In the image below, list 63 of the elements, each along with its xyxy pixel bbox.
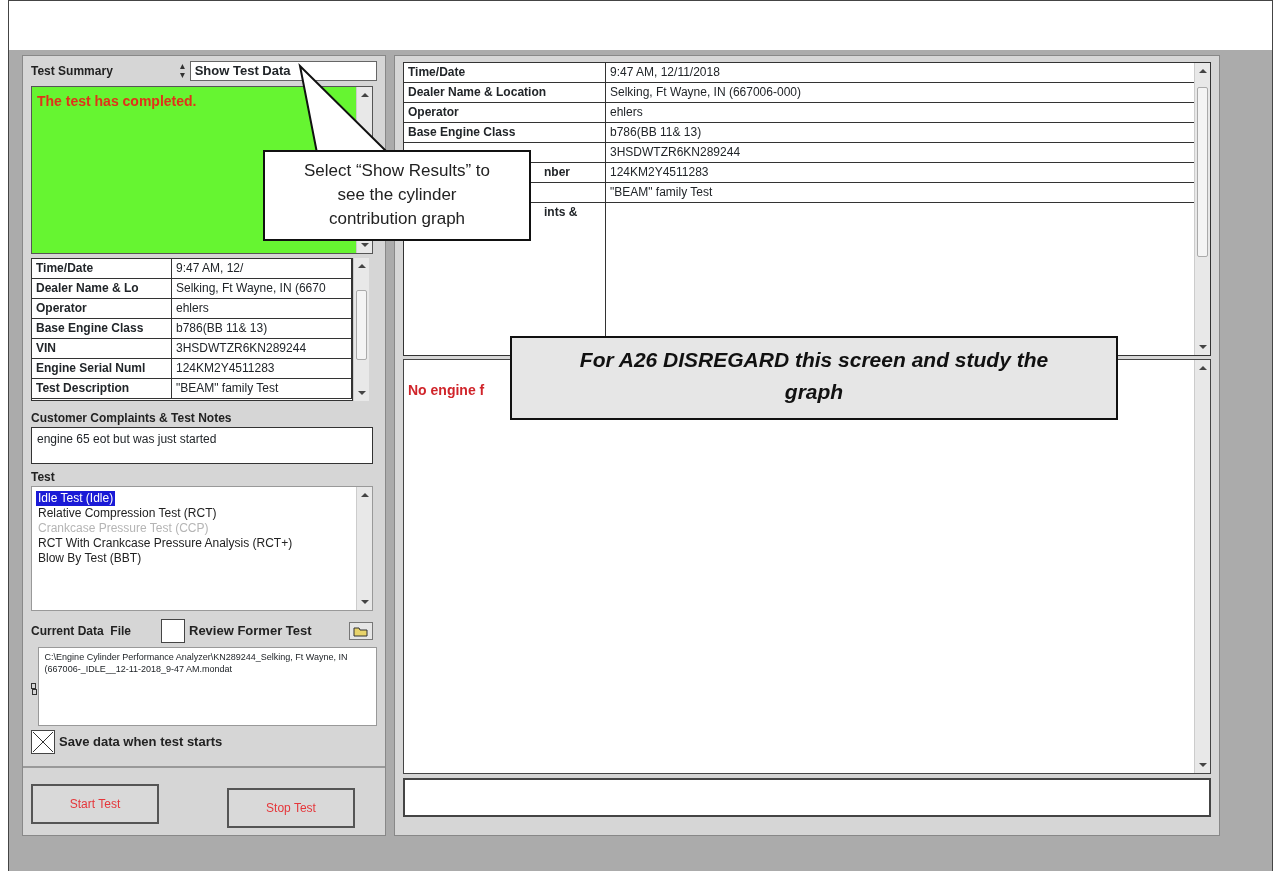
table-label: Time/Date bbox=[404, 63, 606, 82]
results-message: No engine f bbox=[408, 381, 485, 400]
table-cell-text: b786(BB 11& 13) bbox=[609, 124, 703, 141]
field-label: Customer Complaints & Test Notes bbox=[31, 410, 233, 427]
checkbox-label: Save data when test starts bbox=[59, 733, 223, 752]
scroll-thumb[interactable] bbox=[356, 290, 367, 360]
down-arrow-icon[interactable] bbox=[1198, 345, 1207, 349]
table-cell: 3HSDWTZR6KN289244 bbox=[172, 339, 352, 358]
status-field[interactable] bbox=[403, 778, 1211, 817]
up-arrow-icon[interactable] bbox=[360, 493, 369, 497]
scroll-thumb[interactable] bbox=[1197, 87, 1208, 257]
table-cell-text: "BEAM" family Test bbox=[609, 184, 714, 201]
table-cell: Selking, Ft Wayne, IN (6670 bbox=[172, 279, 352, 298]
checkbox[interactable] bbox=[31, 730, 55, 754]
down-arrow-icon[interactable] bbox=[357, 391, 366, 395]
table-cell-text: 3HSDWTZR6KN289244 bbox=[609, 144, 742, 161]
spinner-icon[interactable] bbox=[178, 62, 186, 80]
table-label: Operator bbox=[404, 103, 606, 122]
scrollbar[interactable] bbox=[353, 258, 369, 401]
table-cell: ehlers bbox=[172, 299, 352, 318]
table-label: Dealer Name & Lo bbox=[32, 279, 172, 298]
list-item[interactable]: RCT With Crankcase Pressure Analysis (RCT+) bbox=[36, 536, 295, 551]
up-arrow-icon[interactable] bbox=[1198, 366, 1207, 370]
down-arrow-icon[interactable] bbox=[360, 600, 369, 604]
view-selector[interactable]: Show Test Data bbox=[189, 61, 377, 81]
table-cell-text: ehlers bbox=[609, 104, 644, 121]
checkbox-label: Review Former Test bbox=[189, 622, 312, 641]
table-label: Dealer Name & Location bbox=[404, 83, 606, 102]
field-label: Test bbox=[31, 469, 56, 486]
table-label: Base Engine Class bbox=[32, 319, 172, 338]
table-label: Base Engine Class bbox=[404, 123, 606, 142]
table-cell-text: 9:47 AM, 12/11/2018 bbox=[609, 64, 721, 81]
table-cell: 124KM2Y4511283 bbox=[172, 359, 352, 378]
table-label: Time/Date bbox=[32, 259, 172, 278]
table-cell: b786(BB 11& 13) bbox=[172, 319, 352, 338]
table-cell-text: Selking, Ft Wayne, IN (667006-000) bbox=[609, 84, 802, 101]
up-arrow-icon[interactable] bbox=[357, 264, 366, 268]
link-icon bbox=[31, 683, 37, 695]
table-cell: 9:47 AM, 12/ bbox=[172, 259, 352, 278]
field-label: Current Data File bbox=[31, 623, 133, 640]
section-title: Test Summary bbox=[31, 63, 114, 80]
file-path: C:\Engine Cylinder Performance Analyzer\KN289244_Selking, Ft Wayne, IN (667006-_IDLE__12-11-2018_9-47 AM.mondat bbox=[37, 647, 377, 726]
checkbox[interactable] bbox=[161, 619, 185, 643]
up-arrow-icon[interactable] bbox=[360, 93, 369, 97]
scrollbar[interactable] bbox=[356, 487, 372, 610]
folder-button[interactable] bbox=[349, 622, 373, 640]
scrollbar[interactable] bbox=[1194, 63, 1210, 355]
status-message: The test has completed. bbox=[37, 92, 197, 111]
list-item[interactable]: Blow By Test (BBT) bbox=[36, 551, 144, 566]
table-label: Test Description bbox=[32, 379, 172, 398]
table-cell-text: 124KM2Y4511283 bbox=[609, 164, 710, 181]
up-arrow-icon[interactable] bbox=[1198, 69, 1207, 73]
folder-icon bbox=[353, 625, 369, 637]
table-label: Operator bbox=[32, 299, 172, 318]
down-arrow-icon[interactable] bbox=[1198, 763, 1207, 767]
scrollbar[interactable] bbox=[1194, 360, 1210, 773]
table-label: Engine Serial Numl bbox=[32, 359, 172, 378]
table-cell: "BEAM" family Test bbox=[172, 379, 352, 398]
list-item[interactable]: Idle Test (Idle) bbox=[36, 491, 116, 506]
notes-field[interactable]: engine 65 eot but was just started bbox=[31, 427, 373, 464]
table-label: VIN bbox=[32, 339, 172, 358]
callout-banner: For A26 DISREGARD this screen and study the graph bbox=[510, 336, 1118, 420]
list-item[interactable]: Relative Compression Test (RCT) bbox=[36, 506, 219, 521]
